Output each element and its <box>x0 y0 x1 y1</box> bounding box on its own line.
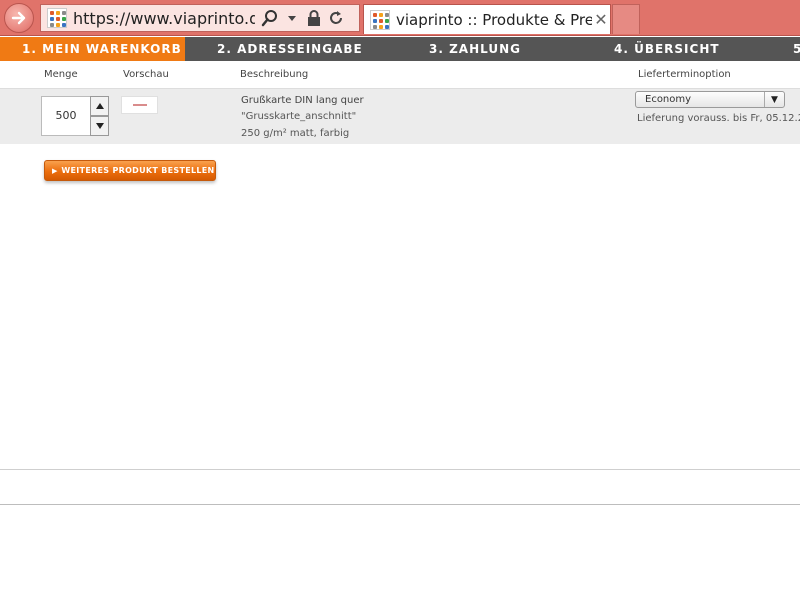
divider <box>0 469 800 470</box>
quantity-input[interactable]: 500 <box>41 96 91 136</box>
product-name: Grußkarte DIN lang quer <box>241 95 364 106</box>
tab-close-button[interactable]: ✕ <box>592 10 610 29</box>
checkout-steps: 1. MEIN WARENKORB 2. ADRESSEINGABE 3. ZA… <box>0 37 800 61</box>
col-header-vorschau: Vorschau <box>123 69 169 80</box>
quantity-up-button[interactable] <box>90 96 109 116</box>
step-5[interactable]: 5 <box>793 37 800 61</box>
address-url[interactable]: https://www.viaprinto.de/pr <box>73 9 255 28</box>
browser-chrome: https://www.viaprinto.de/pr viaprinto ::… <box>0 0 800 36</box>
arrow-right-icon: ▶ <box>52 166 58 175</box>
search-icon[interactable] <box>259 7 281 29</box>
col-header-beschreibung: Beschreibung <box>240 69 309 80</box>
arrow-down-icon <box>95 123 104 129</box>
address-bar[interactable]: https://www.viaprinto.de/pr <box>40 4 360 32</box>
lock-icon[interactable] <box>303 7 325 29</box>
product-file-name: "Grusskarte_anschnitt" <box>241 111 357 122</box>
back-arrow-icon <box>11 11 26 25</box>
col-header-menge: Menge <box>44 69 78 80</box>
divider <box>0 504 800 505</box>
step-zahlung[interactable]: 3. ZAHLUNG <box>429 37 521 61</box>
refresh-icon[interactable] <box>325 7 347 29</box>
col-header-liefertermin: Lieferterminoption <box>638 69 731 80</box>
new-tab-button[interactable] <box>612 4 640 34</box>
tab-title: viaprinto :: Produkte & Preise <box>396 10 592 29</box>
tab-favicon-icon <box>370 9 390 30</box>
delivery-estimate: Lieferung vorauss. bis Fr, 05.12.2 <box>637 113 800 124</box>
step-adresseingabe[interactable]: 2. ADRESSEINGABE <box>217 37 363 61</box>
delivery-option-select[interactable]: Economy ▼ <box>635 91 785 108</box>
quantity-down-button[interactable] <box>90 116 109 136</box>
step-warenkorb[interactable]: 1. MEIN WARENKORB <box>0 37 185 61</box>
step-uebersicht[interactable]: 4. ÜBERSICHT <box>614 37 720 61</box>
product-preview-thumbnail[interactable] <box>121 96 158 114</box>
dropdown-icon[interactable] <box>281 7 303 29</box>
order-another-product-label: WEITERES PRODUKT BESTELLEN <box>61 166 215 175</box>
favicon-icon <box>47 8 67 28</box>
delivery-option-value: Economy <box>645 94 692 105</box>
browser-tab[interactable]: viaprinto :: Produkte & Preise ✕ <box>363 4 611 34</box>
product-paper: 250 g/m² matt, farbig <box>241 128 350 139</box>
back-button[interactable] <box>4 3 34 33</box>
chevron-down-icon[interactable]: ▼ <box>764 92 784 107</box>
arrow-up-icon <box>95 103 104 109</box>
order-another-product-button[interactable]: ▶ WEITERES PRODUKT BESTELLEN <box>44 160 216 181</box>
